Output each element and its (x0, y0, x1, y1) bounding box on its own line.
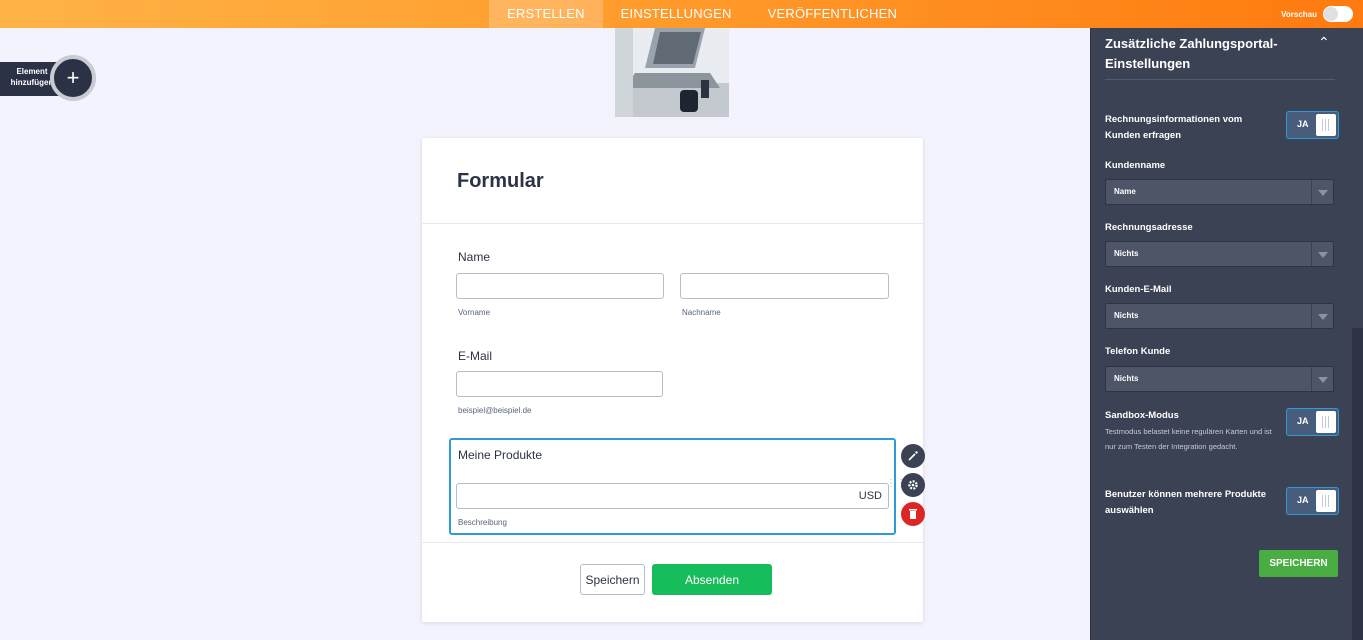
customer-email-label: Kunden-E-Mail (1105, 284, 1172, 295)
toggle-knob (1316, 114, 1336, 136)
sandbox-toggle[interactable]: JA (1286, 408, 1339, 436)
preview-label: Vorschau (1281, 9, 1317, 19)
toggle-text: JA (1297, 119, 1309, 129)
multi-products-label: Benutzer können mehrere Produkte auswähl… (1105, 489, 1267, 516)
magic-wand-icon (908, 451, 918, 461)
email-sublabel: beispiel@beispiel.de (458, 406, 532, 415)
product-price-input[interactable]: USD (456, 483, 889, 509)
gear-icon (908, 480, 918, 490)
toggle-text: JA (1297, 495, 1309, 505)
first-name-sublabel: Vorname (458, 308, 491, 317)
save-button[interactable]: Speichern (580, 564, 645, 595)
divider (422, 542, 923, 543)
settings-button[interactable] (901, 473, 925, 497)
header-image (615, 28, 729, 117)
tab-erstellen[interactable]: ERSTELLEN (489, 0, 603, 28)
plus-icon: + (66, 65, 80, 90)
select-value: Nichts (1114, 374, 1139, 383)
divider (1105, 79, 1335, 80)
email-field[interactable] (456, 371, 663, 397)
tab-veroeffentlichen[interactable]: VERÖFFENTLICHEN (750, 0, 915, 28)
add-element-button[interactable]: + (50, 55, 96, 101)
phone-select[interactable]: Nichts (1105, 366, 1334, 392)
currency-label: USD (858, 490, 882, 502)
billing-address-label: Rechnungsadresse (1105, 222, 1193, 233)
chevron-up-icon[interactable]: ⌃ (1318, 34, 1330, 51)
billing-info-toggle[interactable]: JA (1286, 111, 1339, 139)
name-label: Name (458, 250, 491, 264)
panel-title: Zusätzliche Zahlungsportal-Einstellungen (1105, 36, 1278, 71)
chevron-down-icon (1311, 180, 1333, 204)
chevron-down-icon (1311, 367, 1333, 391)
billing-info-label: Rechnungsinformationen vom Kunden erfrag… (1105, 114, 1243, 141)
products-label: Meine Produkte (458, 448, 543, 462)
preview-toggle[interactable] (1323, 6, 1353, 22)
toggle-knob (1316, 411, 1336, 433)
last-name-input[interactable] (680, 273, 889, 299)
multi-products-toggle[interactable]: JA (1286, 487, 1339, 515)
first-name-input[interactable] (456, 273, 664, 299)
toggle-knob (1316, 490, 1336, 512)
delete-button[interactable] (901, 502, 925, 526)
email-label: E-Mail (458, 349, 493, 363)
form-card: Formular Name Vorname Nachname E-Mail be… (422, 138, 923, 622)
top-bar: ERSTELLEN EINSTELLUNGEN VERÖFFENTLICHEN … (0, 0, 1363, 28)
preview-control: Vorschau (1281, 0, 1353, 28)
tab-einstellungen[interactable]: EINSTELLUNGEN (603, 0, 750, 28)
field-tools (901, 444, 925, 531)
customer-name-label: Kundenname (1105, 160, 1166, 171)
phone-label: Telefon Kunde (1105, 346, 1171, 357)
divider (422, 223, 923, 224)
chevron-down-icon (1311, 304, 1333, 328)
chevron-down-icon (1311, 242, 1333, 266)
last-name-sublabel: Nachname (682, 308, 721, 317)
builder-tabs: ERSTELLEN EINSTELLUNGEN VERÖFFENTLICHEN (489, 0, 915, 28)
sandbox-label: Sandbox-Modus (1105, 410, 1179, 421)
trash-icon (909, 509, 917, 519)
select-value: Nichts (1114, 249, 1139, 258)
description-sublabel: Beschreibung (458, 518, 507, 527)
select-value: Nichts (1114, 311, 1139, 320)
wand-button[interactable] (901, 444, 925, 468)
panel-scrollbar[interactable] (1352, 328, 1363, 640)
submit-button[interactable]: Absenden (652, 564, 772, 595)
select-value: Name (1114, 187, 1136, 196)
billing-address-select[interactable]: Nichts (1105, 241, 1334, 267)
products-field[interactable]: Meine Produkte USD Beschreibung (449, 438, 896, 535)
toggle-text: JA (1297, 416, 1309, 426)
panel-save-button[interactable]: SPEICHERN (1259, 550, 1338, 577)
sandbox-description: Testmodus belastet keine regulären Karte… (1105, 427, 1272, 451)
form-title[interactable]: Formular (457, 170, 544, 193)
customer-name-select[interactable]: Name (1105, 179, 1334, 205)
laptop-desk-photo (615, 28, 729, 117)
customer-email-select[interactable]: Nichts (1105, 303, 1334, 329)
settings-panel: Zusätzliche Zahlungsportal-Einstellungen… (1090, 28, 1363, 640)
